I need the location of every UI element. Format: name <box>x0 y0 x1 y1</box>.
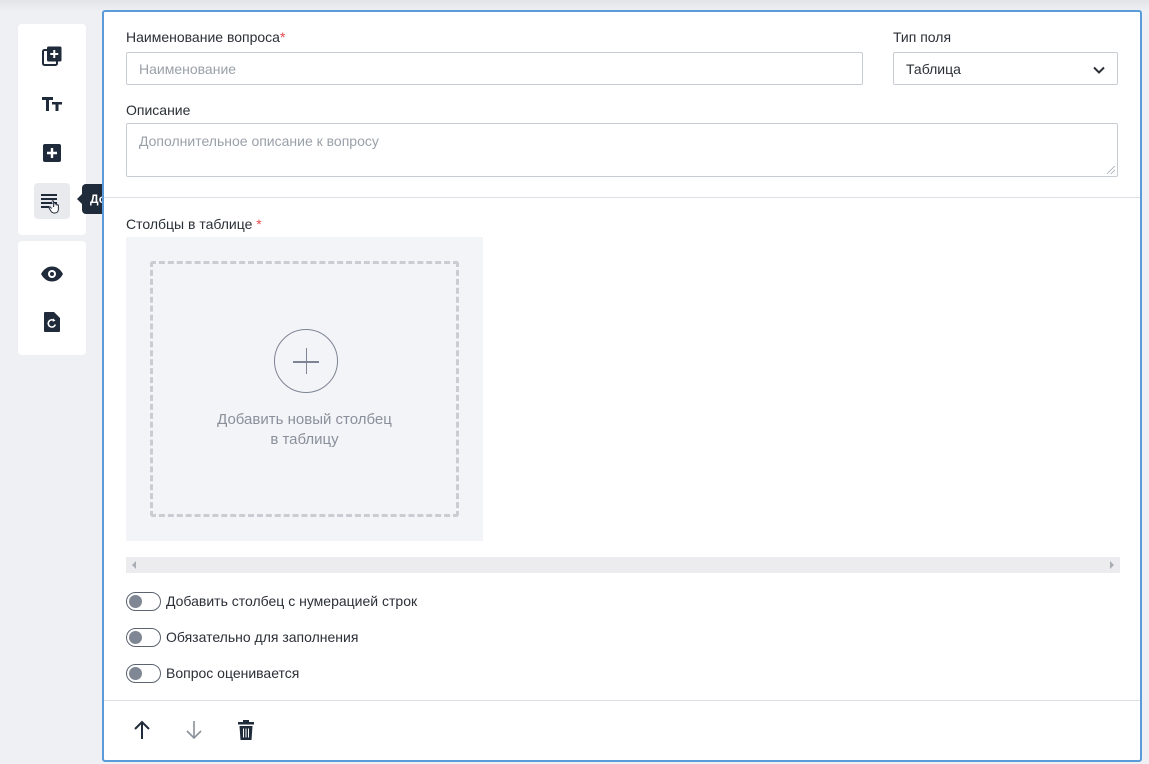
toolbar-group-edit <box>18 24 86 235</box>
move-down-button[interactable] <box>180 718 208 746</box>
footer-divider <box>104 700 1140 701</box>
add-column-label-line2: в таблицу <box>270 431 339 448</box>
field-type-select[interactable]: Таблица <box>893 52 1118 85</box>
required-toggle[interactable] <box>126 627 161 647</box>
toggle-row-scored: Вопрос оценивается <box>126 663 299 683</box>
question-name-input[interactable]: Наименование <box>126 52 863 85</box>
required-mark: * <box>279 29 286 45</box>
plus-circle-icon <box>274 329 338 393</box>
add-question-icon <box>41 45 63 67</box>
table-columns-label: Столбцы в таблице * <box>126 216 262 232</box>
numbering-toggle[interactable] <box>126 591 161 611</box>
eye-icon <box>40 266 64 282</box>
delete-button[interactable] <box>232 718 260 746</box>
description-textarea[interactable]: Дополнительное описание к вопросу <box>126 123 1118 177</box>
required-mark: * <box>256 216 262 232</box>
reset-icon <box>43 311 61 333</box>
trash-icon <box>237 719 255 746</box>
field-type-label: Тип поля <box>893 29 952 45</box>
toggle-row-numbering: Добавить столбец с нумерацией строк <box>126 591 417 611</box>
question-card: Наименование вопроса* Наименование Тип п… <box>102 10 1142 762</box>
scored-toggle-label: Вопрос оценивается <box>166 665 300 681</box>
scored-toggle[interactable] <box>126 663 161 683</box>
text-format-button[interactable] <box>34 86 70 122</box>
question-name-label: Наименование вопроса* <box>126 29 286 45</box>
text-format-icon <box>41 95 63 113</box>
add-table-icon <box>39 188 65 214</box>
add-table-button[interactable] <box>34 183 70 219</box>
toolbar-group-view <box>18 241 86 355</box>
divider <box>104 197 1140 198</box>
arrow-up-icon <box>133 720 151 745</box>
add-block-button[interactable] <box>34 135 70 171</box>
required-toggle-label: Обязательно для заполнения <box>166 629 359 645</box>
add-block-icon <box>42 143 62 163</box>
numbering-toggle-label: Добавить столбец с нумерацией строк <box>166 593 418 609</box>
add-column-button[interactable]: Добавить новый столбец в таблицу <box>150 261 459 517</box>
add-column-label-line1: Добавить новый столбец <box>217 411 392 428</box>
add-column-label: Добавить новый столбец в таблицу <box>153 410 456 450</box>
add-question-button[interactable] <box>34 38 70 74</box>
reset-button[interactable] <box>34 304 70 340</box>
horizontal-scrollbar[interactable] <box>126 557 1120 573</box>
preview-button[interactable] <box>34 256 70 292</box>
question-name-placeholder: Наименование <box>139 60 237 77</box>
resize-handle[interactable] <box>1107 166 1115 174</box>
scroll-left-icon[interactable] <box>132 561 136 569</box>
chevron-down-icon <box>1093 61 1105 77</box>
description-label: Описание <box>126 102 191 118</box>
field-type-value: Таблица <box>906 60 961 77</box>
table-columns-area: Добавить новый столбец в таблицу <box>126 237 483 541</box>
arrow-down-icon <box>185 720 203 745</box>
description-placeholder: Дополнительное описание к вопросу <box>139 133 379 149</box>
toggle-row-required: Обязательно для заполнения <box>126 627 358 647</box>
scroll-right-icon[interactable] <box>1110 561 1114 569</box>
move-up-button[interactable] <box>128 718 156 746</box>
